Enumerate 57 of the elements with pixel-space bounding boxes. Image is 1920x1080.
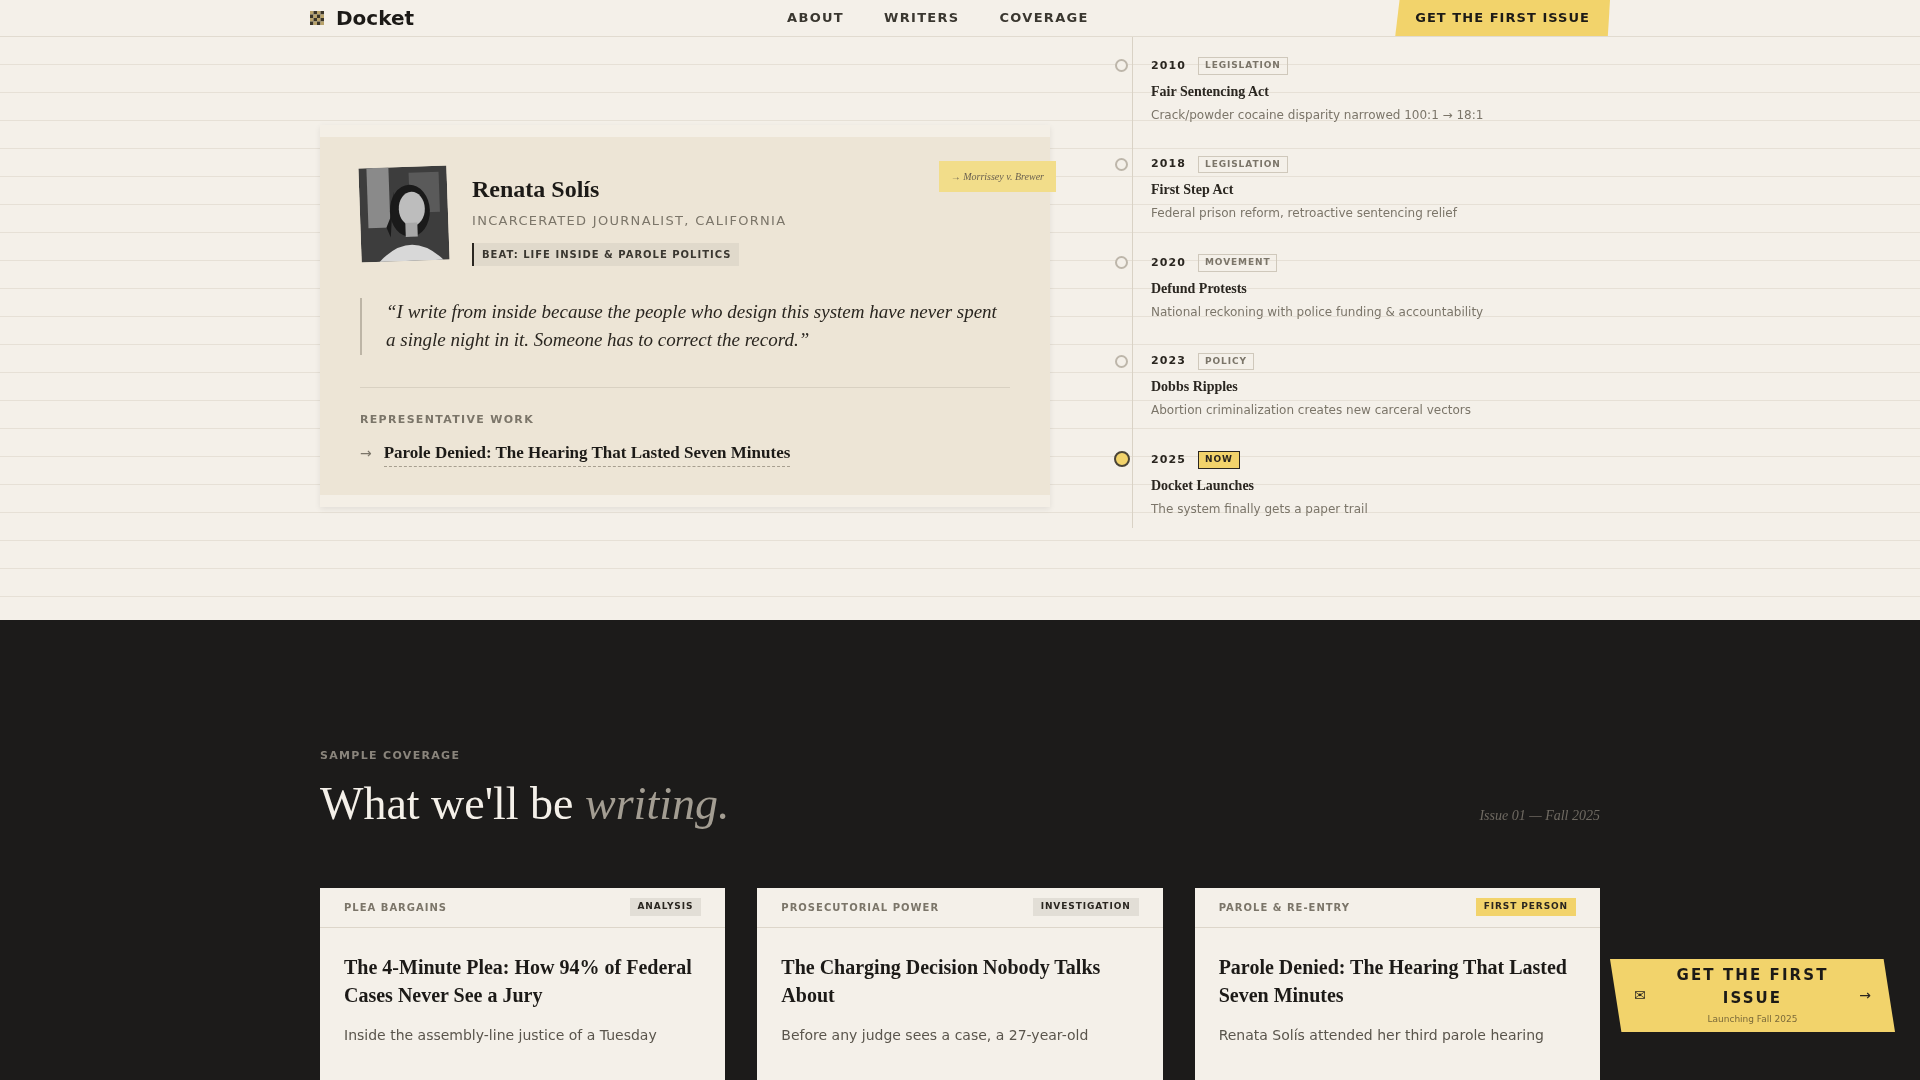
arrow-icon: → bbox=[360, 442, 372, 464]
issue-label: Issue 01 — Fall 2025 bbox=[1479, 806, 1600, 825]
section-label: SAMPLE COVERAGE bbox=[320, 748, 462, 764]
article-title: The 4-Minute Plea: How 94% of Federal Cases Never See a Jury bbox=[344, 954, 693, 1009]
timeline-tag: POLICY bbox=[1198, 352, 1254, 370]
article-excerpt: Renata Solís attended her third parole hearing bbox=[1218, 1025, 1545, 1045]
timeline-year: 2025 bbox=[1151, 451, 1186, 468]
timeline-year: 2010 bbox=[1151, 57, 1186, 74]
article-category: PLEA BARGAINS bbox=[344, 900, 448, 915]
article-title: The Charging Decision Nobody Talks About bbox=[781, 954, 1102, 1008]
article-category: PROSECUTORIAL POWER bbox=[781, 900, 940, 915]
timeline-title: Dobbs Ripples bbox=[1151, 378, 1239, 396]
site-logo[interactable]: Docket bbox=[336, 3, 415, 33]
nav-link[interactable]: COVERAGE bbox=[999, 8, 1089, 28]
quote: “I write from inside because the people who design this system have never spent a single night in it. Someone has to correct the record.” bbox=[360, 297, 1010, 355]
timeline-year: 2020 bbox=[1151, 254, 1186, 271]
timeline-tag: NOW bbox=[1198, 451, 1240, 469]
writer-role: INCARCERATED JOURNALIST, CALIFORNIA bbox=[472, 212, 787, 230]
section-label: REPRESENTATIVE WORK bbox=[360, 411, 535, 428]
timeline-tag: LEGISLATION bbox=[1198, 155, 1288, 173]
section-heading: What we'll be writing. bbox=[320, 776, 730, 831]
timeline-title: Docket Launches bbox=[1151, 476, 1256, 495]
timeline-description: The system finally gets a paper trail bbox=[1151, 500, 1369, 518]
timeline-year: 2023 bbox=[1151, 353, 1186, 369]
timeline-description: National reckoning with police funding & accountability bbox=[1151, 303, 1485, 321]
timeline-title: Fair Sentencing Act bbox=[1151, 82, 1270, 101]
timeline-description: Abortion criminalization creates new carceral vectors bbox=[1151, 402, 1472, 419]
article-tag: INVESTIGATION bbox=[1032, 898, 1139, 916]
timeline-tag: MOVEMENT bbox=[1198, 254, 1278, 272]
article-card[interactable]: PROSECUTORIAL POWER INVESTIGATION The Charging Decision Nobody Talks About Before any judge sees a case, a 27-year-old bbox=[757, 887, 1163, 1080]
nav-link[interactable]: ABOUT bbox=[787, 8, 845, 28]
timeline-title: First Step Act bbox=[1151, 181, 1235, 199]
article-title: Parole Denied: The Hearing That Lasted Seven Minutes bbox=[1218, 954, 1568, 1008]
arrow-icon: → bbox=[1859, 985, 1871, 1006]
button-label: GET THE FIRST ISSUE bbox=[1675, 965, 1830, 1009]
timeline-tag: LEGISLATION bbox=[1198, 57, 1288, 75]
nav-link[interactable]: WRITERS bbox=[884, 8, 960, 28]
writer-name: Renata Solís bbox=[472, 175, 601, 204]
article-card[interactable]: PAROLE & RE-ENTRY FIRST PERSON Parole Denied: The Hearing That Lasted Seven Minutes Renata Solís attended her third parole hearing bbox=[1194, 887, 1600, 1080]
subscribe-button[interactable]: ✉ GET THE FIRST ISSUE Launching Fall 2025 → bbox=[1610, 959, 1895, 1032]
article-link[interactable]: Parole Denied: The Hearing That Lasted Seven Minutes bbox=[383, 440, 791, 467]
article-excerpt: Inside the assembly-line justice of a Tuesday bbox=[344, 1025, 658, 1045]
logo-icon bbox=[310, 11, 324, 25]
beat-label: BEAT: LIFE INSIDE & PAROLE POLITICS bbox=[472, 242, 740, 266]
timeline-description: Crack/powder cocaine disparity narrowed 100:1 → 18:1 bbox=[1151, 106, 1485, 124]
article-excerpt: Before any judge sees a case, a 27-year-old bbox=[781, 1025, 1090, 1045]
mail-icon: ✉ bbox=[1634, 985, 1646, 1006]
article-card[interactable]: PLEA BARGAINS ANALYSIS The 4-Minute Plea: How 94% of Federal Cases Never See a Jury Inside the assembly-line justice of a Tuesday bbox=[320, 887, 726, 1080]
button-sublabel: Launching Fall 2025 bbox=[1707, 1013, 1798, 1027]
timeline-description: Federal prison reform, retroactive sentencing relief bbox=[1151, 205, 1459, 222]
subscribe-button[interactable]: GET THE FIRST ISSUE bbox=[1395, 0, 1610, 36]
article-category: PAROLE & RE-ENTRY bbox=[1218, 900, 1350, 915]
timeline-year: 2018 bbox=[1151, 156, 1186, 172]
article-tag: ANALYSIS bbox=[629, 898, 702, 916]
citation-note: → Morrissey v. Brewer bbox=[938, 161, 1056, 192]
timeline-title: Defund Protests bbox=[1151, 279, 1248, 298]
article-tag: FIRST PERSON bbox=[1475, 898, 1576, 916]
